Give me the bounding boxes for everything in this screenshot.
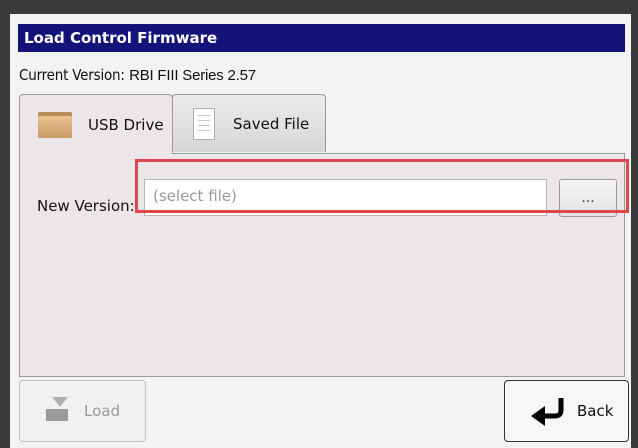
window-title: Load Control Firmware — [18, 24, 625, 52]
folder-icon — [38, 111, 72, 138]
current-version: Current Version: RBI FIII Series 2.57 — [19, 66, 256, 84]
load-button[interactable]: Load — [19, 380, 146, 442]
browse-button[interactable]: ... — [559, 179, 617, 217]
load-button-label: Load — [84, 402, 120, 420]
current-version-value: RBI FIII Series 2.57 — [129, 67, 256, 84]
tab-saved-file[interactable]: Saved File — [172, 94, 326, 152]
back-button[interactable]: Back — [504, 380, 629, 442]
tab-usb-drive[interactable]: USB Drive — [19, 94, 173, 154]
back-button-label: Back — [577, 402, 614, 420]
new-version-field[interactable]: (select file) — [144, 179, 547, 216]
load-chip-icon — [42, 397, 74, 425]
new-version-placeholder: (select file) — [153, 187, 237, 205]
new-version-label: New Version: — [37, 197, 135, 215]
document-icon — [193, 107, 215, 140]
tab-saved-file-label: Saved File — [233, 114, 310, 133]
tab-usb-drive-label: USB Drive — [88, 115, 164, 134]
current-version-label: Current Version: — [19, 66, 125, 84]
firmware-dialog: Load Control Firmware Current Version: R… — [10, 14, 631, 448]
back-arrow-icon — [531, 398, 564, 426]
